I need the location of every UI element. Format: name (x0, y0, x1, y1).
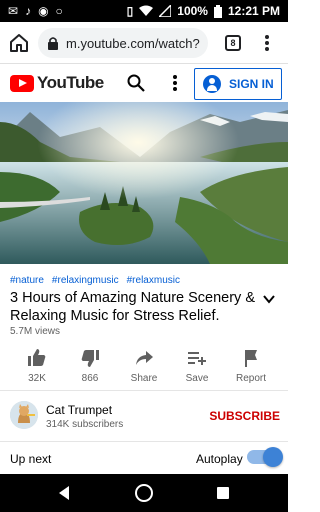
sign-in-label: SIGN IN (229, 77, 274, 91)
account-icon (203, 75, 221, 93)
mail-icon: ✉ (8, 4, 19, 18)
video-actions: 32K 866 Share Save Report (0, 346, 288, 388)
youtube-play-icon (10, 74, 34, 92)
home-icon[interactable] (8, 32, 30, 54)
status-system-icons: ▯ 100% 12:21 PM (127, 3, 280, 19)
vibrate-icon: ▯ (126, 4, 134, 18)
dislike-button[interactable]: 866 (65, 346, 115, 384)
address-bar[interactable]: m.youtube.com/watch? (38, 28, 208, 58)
music-note-icon: ♪ (25, 4, 32, 18)
divider (0, 441, 288, 442)
chevron-down-icon[interactable] (262, 292, 276, 306)
channel-name[interactable]: Cat Trumpet (46, 403, 112, 417)
video-player[interactable] (0, 102, 288, 264)
search-icon[interactable] (127, 74, 145, 92)
report-button[interactable]: Report (226, 346, 276, 384)
url-text: m.youtube.com/watch? (66, 35, 200, 51)
up-next-heading: Up next (10, 452, 52, 466)
system-navigation-bar (0, 474, 288, 512)
up-next-row: Up next Autoplay (0, 444, 288, 472)
report-label: Report (235, 373, 266, 384)
autoplay-label: Autoplay (196, 452, 243, 466)
hashtag-link[interactable]: #relaxingmusic (52, 275, 119, 286)
tab-switcher-button[interactable]: 8 (225, 35, 241, 51)
toggle-knob (263, 447, 283, 467)
subscribe-button[interactable]: SUBSCRIBE (209, 409, 280, 423)
youtube-wordmark: YouTube (37, 73, 104, 92)
status-notification-icons: ✉ ♪ ◉ ○ (8, 3, 63, 19)
save-label: Save (185, 373, 209, 384)
browser-menu-icon[interactable] (258, 33, 276, 53)
subscriber-count: 314K subscribers (46, 419, 124, 430)
recent-apps-icon[interactable] (217, 487, 229, 499)
autoplay-toggle[interactable] (247, 447, 283, 467)
more-options-icon[interactable] (168, 73, 182, 93)
browser-toolbar: m.youtube.com/watch? 8 (0, 22, 288, 64)
lock-icon (48, 37, 58, 50)
home-button-icon[interactable] (135, 484, 153, 502)
hashtag-link[interactable]: #relaxmusic (127, 275, 180, 286)
back-icon[interactable] (56, 485, 72, 501)
video-title: 3 Hours of Amazing Nature Scenery & Rela… (10, 290, 256, 324)
playlist-add-icon (188, 352, 206, 365)
thumbs-down-icon (81, 350, 99, 367)
channel-row: Cat Trumpet 314K subscribers SUBSCRIBE (0, 393, 288, 440)
location-icon: ◉ (38, 4, 49, 18)
save-button[interactable]: Save (172, 346, 222, 384)
status-bar: ✉ ♪ ◉ ○ ▯ 100% 12:21 PM (0, 0, 288, 22)
battery-percent: 100% (177, 4, 208, 18)
signal-icon (159, 5, 172, 17)
divider (0, 390, 288, 391)
wifi-icon (139, 5, 154, 16)
cat-avatar-icon (10, 401, 38, 429)
battery-icon (213, 4, 222, 18)
like-count: 32K (28, 373, 46, 384)
video-thumbnail (0, 102, 288, 264)
share-label: Share (130, 373, 158, 384)
thumbs-up-icon (28, 349, 46, 366)
hashtag-list: #nature #relaxingmusic #relaxmusic (10, 275, 180, 286)
view-count: 5.7M views (10, 326, 61, 337)
dislike-count: 866 (81, 373, 99, 384)
channel-avatar[interactable] (10, 401, 38, 429)
flag-icon (245, 350, 257, 367)
youtube-header: YouTube SIGN IN (0, 64, 288, 102)
clock: 12:21 PM (227, 4, 280, 18)
sign-in-button[interactable]: SIGN IN (194, 68, 282, 100)
hashtag-link[interactable]: #nature (10, 275, 44, 286)
share-icon (136, 351, 153, 365)
lightbulb-icon: ○ (55, 4, 63, 18)
youtube-logo[interactable]: YouTube (10, 73, 104, 93)
share-button[interactable]: Share (119, 346, 169, 384)
like-button[interactable]: 32K (12, 346, 62, 384)
